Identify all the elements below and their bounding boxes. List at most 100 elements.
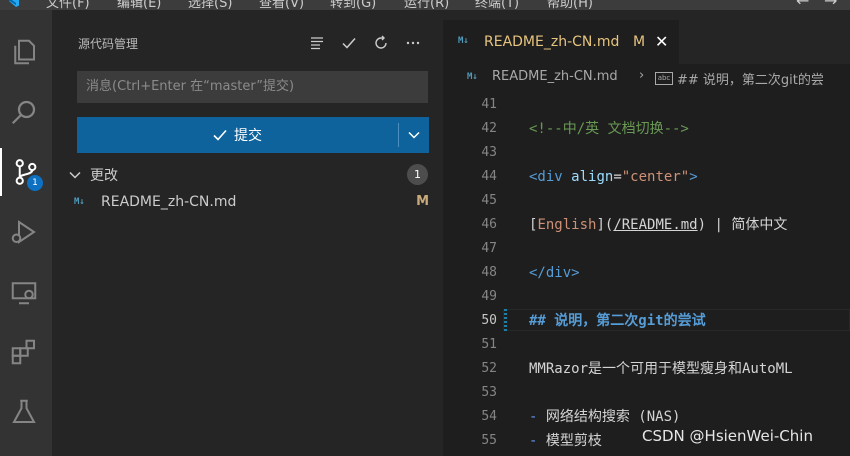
line-number: 53 [481, 385, 497, 400]
menu-file[interactable]: 文件(F) [46, 0, 90, 10]
code-token: - [529, 409, 546, 425]
menu-selection[interactable]: 选择(S) [188, 0, 232, 10]
line-number: 52 [481, 361, 497, 376]
menu-bar: 文件(F) 编辑(E) 选择(S) 查看(V) 转到(G) 运行(R) 终端(T… [0, 0, 850, 10]
code-token: /README.md [613, 217, 698, 233]
arrow-left-icon[interactable]: ← [796, 0, 809, 10]
menu-terminal[interactable]: 终端(T) [475, 0, 519, 10]
code-line: 43 [443, 141, 850, 165]
line-number: 49 [481, 289, 497, 304]
testing-icon[interactable] [0, 388, 48, 436]
code-line: 44 <div align="center"> [443, 165, 850, 189]
code-token: "center" [621, 169, 690, 185]
line-number: 42 [481, 121, 497, 136]
source-control-icon[interactable]: 1 [0, 148, 50, 196]
menu-edit[interactable]: 编辑(E) [117, 0, 161, 10]
changes-label: 更改 [90, 168, 118, 184]
scm-badge: 1 [27, 175, 43, 191]
changes-count-badge: 1 [407, 164, 428, 185]
more-actions-icon[interactable] [403, 33, 423, 53]
code-line: 48 </div> [443, 261, 850, 285]
source-control-panel: 源代码管理 消息(Ctrl+Enter 在“master”提交) 提交 更改 1… [52, 10, 443, 456]
editor-tab-bar: M↓ README_zh-CN.md M ✕ [443, 10, 850, 64]
code-token: - [529, 433, 546, 449]
changes-group-header[interactable]: 更改 1 [68, 164, 428, 186]
activity-bar: 1 [0, 10, 52, 456]
arrow-right-icon[interactable]: → [824, 0, 837, 10]
commit-dropdown-button[interactable] [399, 117, 429, 153]
view-as-tree-icon[interactable] [307, 33, 327, 53]
code-line: 52 MMRazor是一个可用于模型瘦身和AutoML [443, 357, 850, 381]
code-editor[interactable]: 41 42 <!--中/英 文档切换--> 43 44 <div align="… [443, 90, 850, 456]
commit-message-placeholder: 消息(Ctrl+Enter 在“master”提交) [86, 79, 295, 94]
search-icon[interactable] [0, 88, 48, 136]
check-icon [213, 129, 227, 141]
tab-file-name: README_zh-CN.md [484, 34, 620, 50]
code-token: <div [529, 169, 572, 185]
tab-status: M [633, 34, 646, 50]
commit-button-label: 提交 [234, 128, 262, 144]
code-line: 42 <!--中/英 文档切换--> [443, 117, 850, 141]
code-text: <!--中/英 文档切换--> [529, 121, 689, 137]
markdown-file-icon: M↓ [458, 36, 469, 46]
panel-title: 源代码管理 [78, 37, 139, 51]
line-number: 47 [481, 241, 497, 256]
breadcrumb-symbol[interactable]: ## 说明，第二次git的尝 [677, 69, 824, 88]
menu-help[interactable]: 帮助(H) [547, 0, 593, 10]
run-debug-icon[interactable] [0, 208, 48, 256]
watermark: CSDN @HsienWei-Chin [642, 427, 813, 445]
explorer-icon[interactable] [0, 28, 48, 76]
breadcrumb: M↓ README_zh-CN.md › abc ## 说明，第二次git的尝 [443, 64, 850, 90]
extensions-icon[interactable] [0, 328, 48, 376]
markdown-file-icon: M↓ [74, 197, 85, 207]
code-line: 45 [443, 189, 850, 213]
line-number: 46 [481, 217, 497, 232]
editor-area: M↓ README_zh-CN.md M ✕ M↓ README_zh-CN.m… [443, 10, 850, 456]
changed-file-item[interactable]: M↓ README_zh-CN.md M [74, 193, 429, 215]
code-line: 46 [English](/README.md) | 简体中文 [443, 213, 850, 237]
line-number: 45 [481, 193, 497, 208]
chevron-down-icon [408, 131, 420, 139]
line-number: 51 [481, 337, 497, 352]
line-number: 43 [481, 145, 497, 160]
line-number: 44 [481, 169, 497, 184]
file-status-modified: M [416, 194, 429, 209]
code-line: 53 [443, 381, 850, 405]
commit-check-icon[interactable] [339, 33, 359, 53]
remote-explorer-icon[interactable] [0, 268, 48, 316]
menu-run[interactable]: 运行(R) [404, 0, 449, 10]
vscode-logo-icon [6, 0, 20, 8]
breadcrumb-file[interactable]: README_zh-CN.md [492, 69, 618, 84]
current-code-line: 50 ## 说明，第二次git的尝试 [443, 309, 850, 333]
code-text: - 网络结构搜索 (NAS) [529, 409, 681, 425]
code-token: align [571, 169, 614, 185]
code-line: 54 - 网络结构搜索 (NAS) [443, 405, 850, 429]
editor-tab[interactable]: M↓ README_zh-CN.md M ✕ [443, 20, 679, 64]
close-icon[interactable]: ✕ [655, 32, 668, 51]
code-token: English [537, 217, 597, 233]
line-number: 54 [481, 409, 497, 424]
commit-button-group: 提交 [77, 117, 429, 153]
commit-message-input[interactable]: 消息(Ctrl+Enter 在“master”提交) [77, 71, 428, 103]
code-text: ## 说明，第二次git的尝试 [529, 313, 706, 329]
menu-view[interactable]: 查看(V) [259, 0, 304, 10]
code-line: 47 [443, 237, 850, 261]
code-line: 41 [443, 93, 850, 117]
menu-go[interactable]: 转到(G) [330, 0, 376, 10]
code-text: [English](/README.md) | 简体中文 [529, 217, 788, 233]
string-symbol-icon: abc [655, 72, 673, 85]
chevron-down-icon [68, 167, 82, 186]
line-number: 41 [481, 97, 497, 112]
code-line: 51 [443, 333, 850, 357]
line-number: 48 [481, 265, 497, 280]
chevron-right-icon: › [639, 68, 645, 83]
code-token: > [689, 169, 698, 185]
code-line: 49 [443, 285, 850, 309]
git-modified-gutter-marker [504, 309, 507, 331]
refresh-icon[interactable] [371, 33, 391, 53]
code-text: - 模型剪枝 [529, 433, 602, 449]
changed-file-name: README_zh-CN.md [101, 194, 237, 210]
commit-button[interactable]: 提交 [77, 117, 397, 153]
line-number: 55 [481, 433, 497, 448]
line-number: 50 [481, 313, 497, 328]
